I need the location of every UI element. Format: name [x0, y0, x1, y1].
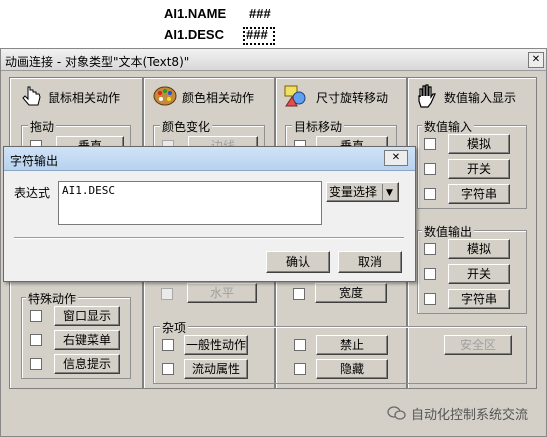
window-title: 动画连接 - 对象类型"文本(Text8)"	[5, 55, 190, 69]
group-label-color-change: 颜色变化	[160, 118, 213, 135]
button-safe-zone[interactable]: 安全区	[444, 335, 512, 355]
desc-value: ###	[246, 27, 268, 42]
close-icon: ✕	[391, 152, 401, 163]
cancel-button[interactable]: 取消	[338, 251, 402, 273]
button-output-switch[interactable]: 开关	[448, 264, 510, 284]
button-disable[interactable]: 禁止	[316, 335, 388, 355]
button-general-action[interactable]: 一般性动作	[184, 335, 248, 355]
section-label-mouse: 鼠标相关动作	[48, 91, 121, 105]
checkbox-input-analog[interactable]	[424, 138, 436, 150]
button-width[interactable]: 宽度	[315, 283, 387, 303]
checkbox-info-tip[interactable]	[30, 358, 42, 370]
checkbox-output-string[interactable]	[424, 293, 436, 305]
button-input-switch[interactable]: 开关	[448, 159, 510, 179]
group-label-target-move: 目标移动	[292, 118, 345, 135]
checkbox-color-horizontal[interactable]	[161, 288, 173, 300]
shapes-icon	[284, 85, 306, 107]
button-output-analog[interactable]: 模拟	[448, 239, 510, 259]
name-value: ###	[249, 6, 271, 21]
expression-label: 表达式	[14, 186, 51, 200]
checkbox-window-display[interactable]	[30, 310, 42, 322]
button-window-display[interactable]: 窗口显示	[54, 306, 120, 326]
close-button[interactable]: ✕	[528, 52, 544, 68]
watermark-text: 自动化控制系统交流	[411, 408, 529, 423]
window-titlebar: 动画连接 - 对象类型"文本(Text8)" ✕	[1, 49, 546, 71]
checkbox-input-string[interactable]	[424, 188, 436, 200]
expression-input[interactable]: AI1.DESC	[58, 181, 322, 225]
checkbox-input-switch[interactable]	[424, 163, 436, 175]
group-label-drag: 拖动	[28, 118, 57, 135]
ok-button[interactable]: 确认	[266, 251, 330, 273]
palette-icon	[153, 86, 177, 106]
checkbox-output-switch[interactable]	[424, 268, 436, 280]
button-color-horizontal[interactable]: 水平	[187, 283, 257, 303]
group-value-output: 数值输出 模拟 开关 字符串	[417, 223, 527, 314]
variable-select-button[interactable]: 变量选择 ▼	[326, 182, 399, 202]
group-value-input: 数值输入 模拟 开关 字符串	[417, 118, 527, 209]
checkbox-output-analog[interactable]	[424, 243, 436, 255]
section-label-value: 数值输入显示	[444, 91, 517, 105]
button-input-analog[interactable]: 模拟	[448, 134, 510, 154]
group-special: 特殊动作 窗口显示 右键菜单 信息提示	[21, 290, 131, 379]
wechat-icon	[387, 406, 406, 420]
group-misc: 杂项 一般性动作 流动属性 禁止 隐藏 安全区	[153, 319, 527, 384]
button-context-menu[interactable]: 右键菜单	[54, 330, 120, 350]
button-output-string[interactable]: 字符串	[448, 289, 510, 309]
checkbox-flow-property[interactable]	[162, 363, 174, 375]
group-label-misc: 杂项	[160, 319, 189, 336]
checkbox-disable[interactable]	[294, 339, 306, 351]
button-input-string[interactable]: 字符串	[448, 184, 510, 204]
desc-label: AI1.DESC	[164, 27, 224, 42]
group-label-value-output: 数值输出	[422, 223, 475, 240]
close-icon: ✕	[531, 54, 541, 65]
chevron-down-icon: ▼	[382, 184, 396, 200]
dialog-close-button[interactable]: ✕	[384, 150, 408, 166]
group-label-special: 特殊动作	[26, 290, 79, 307]
checkbox-width[interactable]	[293, 288, 305, 300]
name-label: AI1.NAME	[164, 6, 227, 21]
button-flow-property[interactable]: 流动属性	[184, 359, 248, 379]
dialog-title: 字符输出	[10, 154, 59, 168]
button-info-tip[interactable]: 信息提示	[54, 354, 120, 374]
checkbox-context-menu[interactable]	[30, 334, 42, 346]
section-label-size: 尺寸旋转移动	[316, 91, 389, 105]
checkbox-general-action[interactable]	[162, 339, 174, 351]
dialog-titlebar: 字符输出 ✕	[4, 147, 415, 171]
char-output-dialog: 字符输出 ✕ 表达式 AI1.DESC 变量选择 ▼ 确认 取消	[3, 146, 416, 282]
button-hide[interactable]: 隐藏	[316, 359, 388, 379]
hand-icon	[418, 84, 436, 108]
variable-select-label: 变量选择	[329, 185, 378, 199]
dialog-separator	[14, 237, 404, 239]
checkbox-hide[interactable]	[294, 363, 306, 375]
desc-value-selection[interactable]: ###	[243, 27, 275, 45]
section-label-color: 颜色相关动作	[182, 91, 255, 105]
hand-pointer-icon	[22, 86, 41, 106]
group-label-value-input: 数值输入	[422, 118, 475, 135]
